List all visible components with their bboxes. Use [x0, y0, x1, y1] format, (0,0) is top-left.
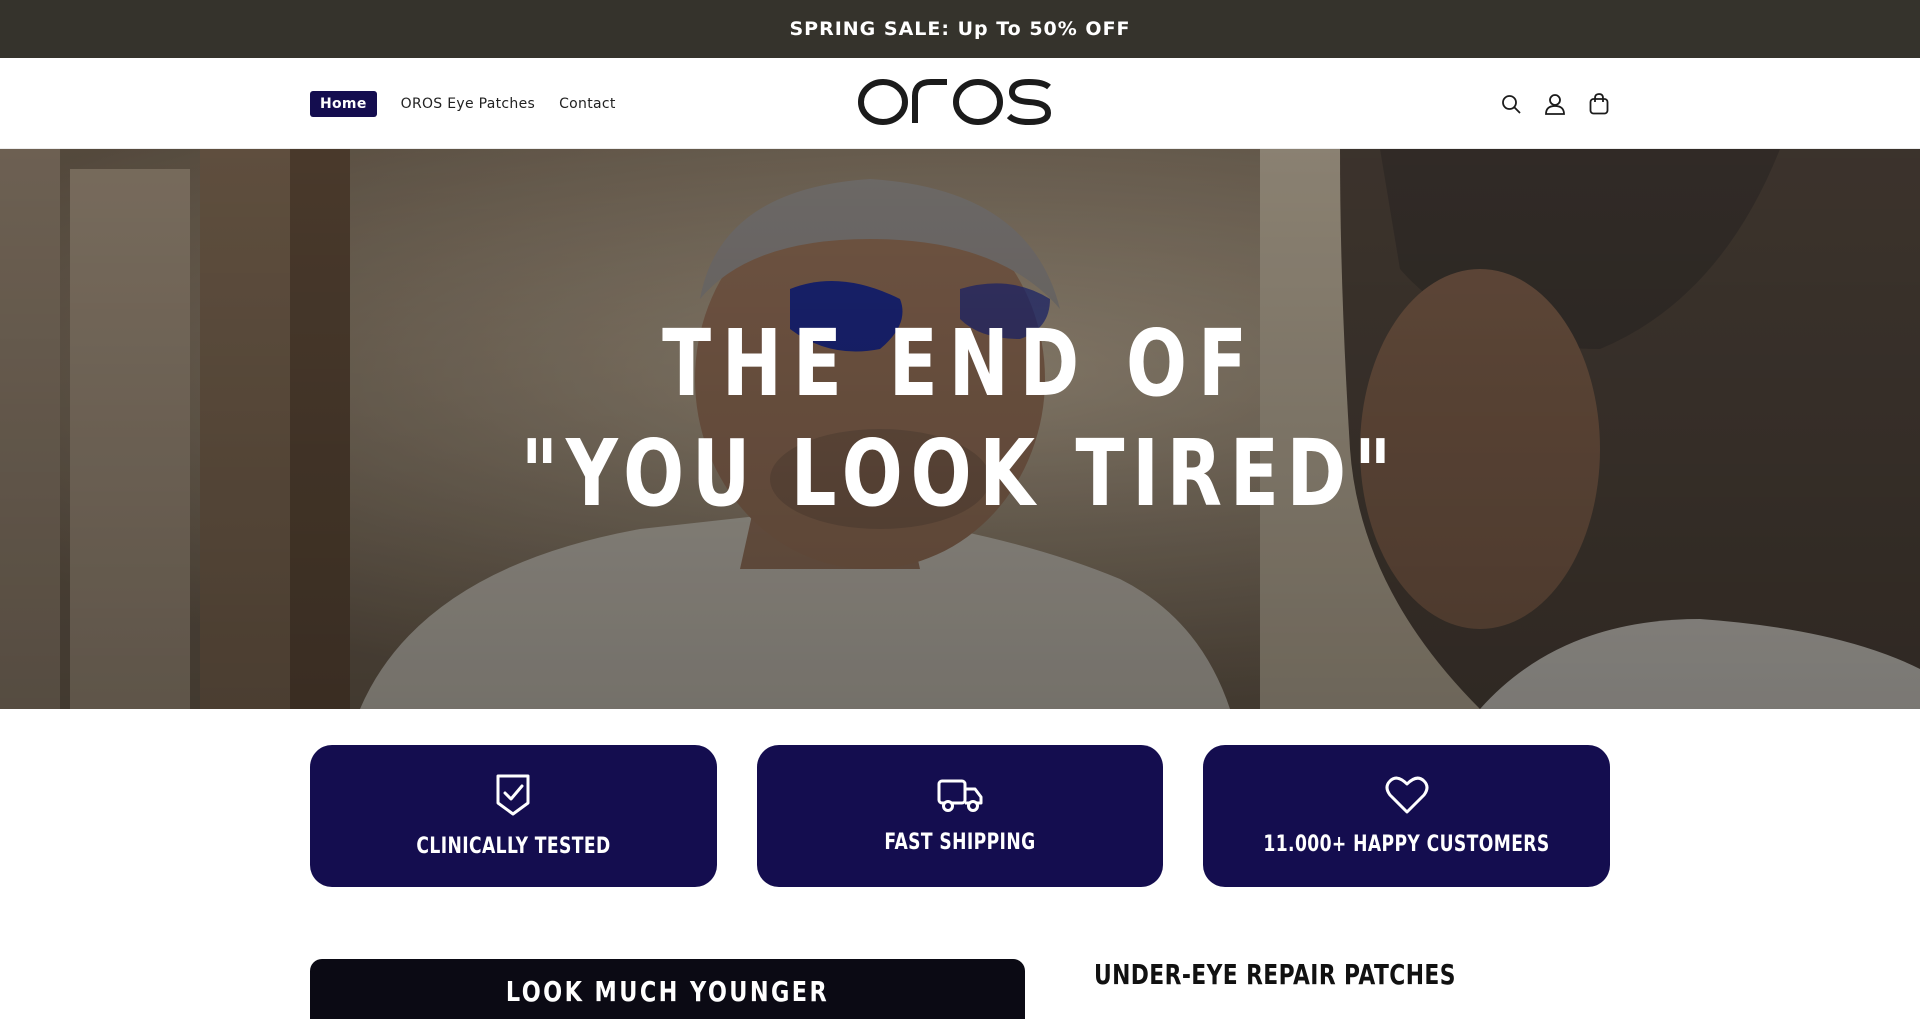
- product-title: UNDER-EYE REPAIR PATCHES: [1094, 958, 1456, 991]
- announcement-bar: SPRING SALE: Up To 50% OFF: [0, 0, 1920, 58]
- hero-headline: THE END OF "YOU LOOK TIRED": [211, 309, 1709, 529]
- hero-banner: THE END OF "YOU LOOK TIRED": [0, 149, 1920, 709]
- feature-card-clinically-tested: CLINICALLY TESTED: [310, 745, 717, 887]
- shield-check-icon: [495, 773, 531, 822]
- hero-headline-line-2: "YOU LOOK TIRED": [520, 420, 1400, 527]
- truck-icon: [937, 777, 983, 818]
- promo-video[interactable]: LOOK MUCH YOUNGER: [310, 959, 1025, 1019]
- account-icon[interactable]: [1544, 92, 1566, 116]
- feature-label: FAST SHIPPING: [884, 830, 1036, 855]
- feature-card-fast-shipping: FAST SHIPPING: [756, 745, 1164, 887]
- nav-oros-eye-patches[interactable]: OROS Eye Patches: [401, 96, 535, 112]
- cart-icon[interactable]: [1588, 92, 1610, 116]
- feature-label: 11.000+ HAPPY CUSTOMERS: [1263, 832, 1550, 857]
- oros-logo[interactable]: [857, 76, 1055, 128]
- site-header: Home OROS Eye Patches Contact: [0, 58, 1920, 149]
- nav-contact[interactable]: Contact: [559, 96, 616, 112]
- feature-cards: CLINICALLY TESTED FAST SHIPPING 11.000+ …: [310, 745, 1611, 887]
- nav-home[interactable]: Home: [310, 90, 377, 117]
- feature-card-happy-customers: 11.000+ HAPPY CUSTOMERS: [1203, 745, 1611, 887]
- promo-video-caption: LOOK MUCH YOUNGER: [505, 975, 830, 1008]
- header-actions: [1500, 58, 1610, 149]
- hero-headline-line-1: THE END OF: [662, 310, 1258, 417]
- feature-label: CLINICALLY TESTED: [416, 834, 611, 859]
- heart-icon: [1385, 775, 1429, 820]
- main-nav: Home OROS Eye Patches Contact: [310, 58, 616, 149]
- announcement-text: SPRING SALE: Up To 50% OFF: [789, 18, 1131, 40]
- search-icon[interactable]: [1500, 92, 1522, 116]
